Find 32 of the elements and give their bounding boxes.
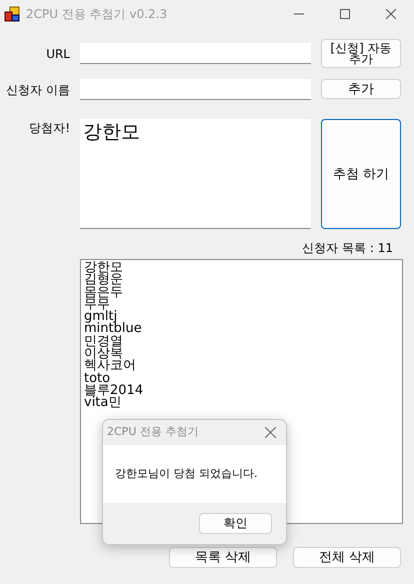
list-item[interactable]: 김형운 [84, 274, 399, 287]
add-button[interactable]: 추가 [321, 79, 401, 99]
list-item[interactable]: gmltj [84, 311, 399, 324]
list-item[interactable]: 강한모 [84, 262, 399, 274]
list-item[interactable]: 민경열 [84, 336, 399, 348]
close-icon[interactable] [386, 9, 396, 19]
winner-box: 강한모 [80, 119, 311, 229]
list-item[interactable]: vita민 [84, 397, 399, 410]
list-item[interactable]: 몸은두 [84, 286, 399, 299]
auto-add-button[interactable]: [신청] 자동 추가 [321, 39, 401, 68]
close-icon[interactable] [265, 427, 276, 438]
list-item[interactable]: 무무 [84, 298, 399, 312]
name-field[interactable] [80, 79, 311, 100]
list-item[interactable]: toto [84, 372, 399, 385]
delete-all-button[interactable]: 전체 삭제 [293, 547, 401, 568]
draw-button[interactable]: 추첨 하기 [321, 119, 401, 229]
delete-list-button[interactable]: 목록 삭제 [169, 547, 277, 568]
applicant-count: 신청자 목록 : 11 [302, 241, 393, 255]
url-label: URL [45, 46, 70, 62]
winner-label: 당첨자! [28, 120, 70, 137]
list-item[interactable]: mintblue [84, 323, 399, 336]
dialog-message: 강한모님이 당첨 되었습니다. [115, 466, 258, 482]
ok-button[interactable]: 확인 [199, 513, 272, 534]
dialog-title: 2CPU 전용 추첨기 [107, 424, 198, 440]
list-item[interactable]: 헥사코어 [84, 360, 399, 373]
list-item[interactable]: 블루2014 [84, 384, 399, 398]
list-item[interactable]: 이상복 [84, 348, 399, 360]
window-title: 2CPU 전용 추첨기 v0.2.3 [26, 6, 168, 23]
url-field[interactable] [80, 43, 311, 64]
name-label: 신청자 이름 [5, 82, 70, 98]
app-icon [4, 6, 20, 22]
maximize-icon[interactable] [340, 9, 350, 19]
